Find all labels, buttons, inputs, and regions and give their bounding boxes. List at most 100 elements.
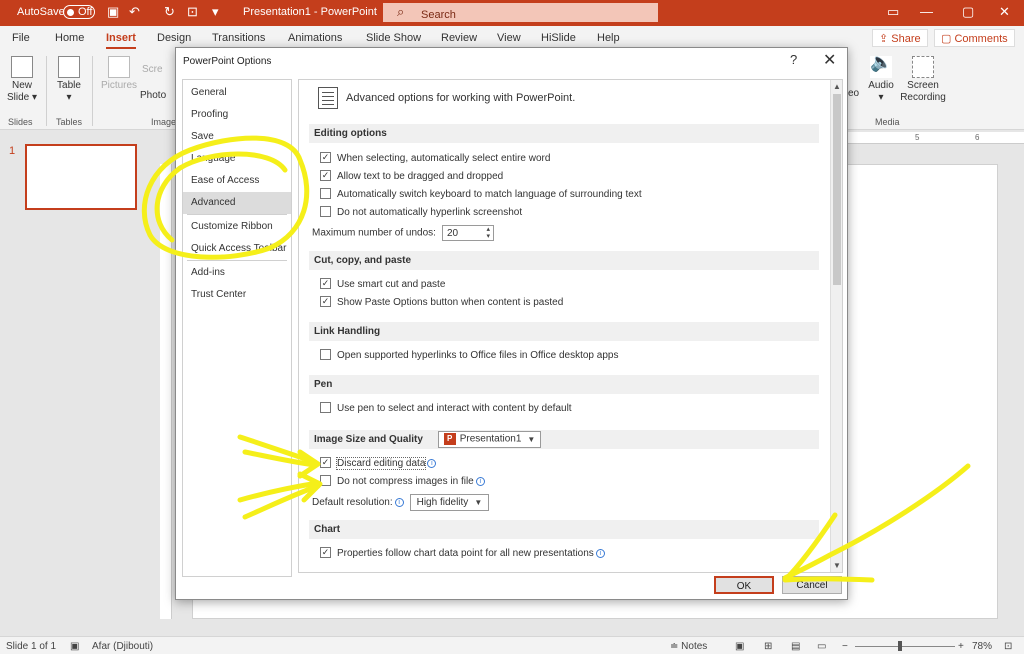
- cancel-button[interactable]: Cancel: [782, 576, 842, 594]
- tab-file[interactable]: File: [12, 32, 30, 44]
- present-icon[interactable]: ⊡: [187, 4, 198, 20]
- screenshot-button[interactable]: Scre: [142, 64, 163, 76]
- nav-language[interactable]: Language: [183, 148, 291, 170]
- notes-button[interactable]: ≐ Notes: [670, 641, 707, 652]
- scrollbar-thumb[interactable]: [833, 94, 841, 285]
- checkbox[interactable]: ✓: [320, 278, 331, 289]
- option-auto-switch-keyboard[interactable]: Automatically switch keyboard to match l…: [320, 188, 642, 203]
- help-icon[interactable]: ?: [790, 52, 797, 67]
- nav-advanced[interactable]: Advanced: [183, 192, 291, 214]
- checkbox[interactable]: ✓: [320, 547, 331, 558]
- slide-thumbnail[interactable]: [25, 144, 137, 210]
- close-window-button[interactable]: ✕: [999, 4, 1010, 20]
- option-select-entire-word[interactable]: ✓ When selecting, automatically select en…: [320, 152, 550, 167]
- audio-button[interactable]: 🔈 Audio ▾: [866, 53, 896, 104]
- table-button[interactable]: Table ▾: [54, 56, 84, 104]
- info-icon[interactable]: i: [475, 477, 485, 486]
- zoom-slider-thumb[interactable]: [898, 641, 902, 651]
- checkbox[interactable]: ✓: [320, 152, 331, 163]
- checkbox[interactable]: [320, 188, 331, 199]
- redo-icon[interactable]: ↻: [164, 4, 175, 20]
- checkbox[interactable]: ✓: [320, 170, 331, 181]
- nav-quick-access-toolbar[interactable]: Quick Access Toolbar: [183, 238, 291, 260]
- title-bar: AutoSave Off ▣ ↶ ↻ ⊡ ▾ Presentation1 - P…: [0, 0, 1024, 26]
- dialog-title: PowerPoint Options: [183, 56, 272, 67]
- maximize-button[interactable]: ▢: [962, 4, 974, 20]
- options-scrollbar[interactable]: ▲ ▼: [830, 80, 842, 572]
- normal-view-icon[interactable]: ▣: [735, 641, 744, 652]
- nav-ease-of-access[interactable]: Ease of Access: [183, 170, 291, 192]
- slide-sorter-icon[interactable]: ⊞: [764, 641, 772, 652]
- ribbon-display-icon[interactable]: ▭: [887, 4, 899, 20]
- nav-general[interactable]: General: [183, 82, 291, 104]
- zoom-in-icon[interactable]: +: [958, 641, 964, 652]
- customize-qat-icon[interactable]: ▾: [212, 4, 219, 20]
- nav-proofing[interactable]: Proofing: [183, 104, 291, 126]
- fit-to-window-icon[interactable]: ⊡: [1004, 641, 1012, 652]
- options-header: Advanced options for working with PowerP…: [346, 92, 576, 104]
- minimize-button[interactable]: —: [920, 4, 933, 19]
- section-link-handling: Link Handling: [309, 322, 819, 341]
- checkbox[interactable]: [320, 475, 331, 486]
- chevron-down-icon: ▼: [474, 498, 483, 507]
- language-indicator[interactable]: Afar (Djibouti): [92, 641, 153, 652]
- scroll-up-icon[interactable]: ▲: [833, 82, 841, 91]
- ok-button[interactable]: OK: [714, 576, 774, 594]
- photo-album-button[interactable]: Photo: [140, 90, 166, 102]
- tab-hislide[interactable]: HiSlide: [541, 32, 576, 44]
- zoom-out-icon[interactable]: −: [842, 641, 848, 652]
- save-icon[interactable]: ▣: [107, 4, 119, 20]
- reading-view-icon[interactable]: ▤: [791, 641, 800, 652]
- tab-transitions[interactable]: Transitions: [212, 32, 265, 44]
- pictures-button[interactable]: Pictures: [100, 56, 138, 92]
- nav-save[interactable]: Save: [183, 126, 291, 148]
- video-button[interactable]: eo: [848, 88, 859, 100]
- info-icon[interactable]: i: [595, 549, 605, 558]
- resolution-dropdown[interactable]: High fidelity ▼: [409, 494, 490, 511]
- tab-review[interactable]: Review: [441, 32, 477, 44]
- zoom-level[interactable]: 78%: [972, 641, 992, 652]
- tab-slide-show[interactable]: Slide Show: [366, 32, 421, 44]
- option-use-pen[interactable]: Use pen to select and interact with cont…: [320, 402, 572, 417]
- comments-button[interactable]: ▢ Comments: [934, 29, 1015, 47]
- checkbox[interactable]: [320, 402, 331, 413]
- nav-customize-ribbon[interactable]: Customize Ribbon: [183, 216, 291, 238]
- checkbox[interactable]: [320, 206, 331, 217]
- spelling-icon[interactable]: ▣: [70, 641, 79, 652]
- option-paste-options-button[interactable]: ✓ Show Paste Options button when content …: [320, 296, 563, 311]
- nav-trust-center[interactable]: Trust Center: [183, 284, 291, 306]
- zoom-slider[interactable]: [855, 646, 955, 647]
- undo-icon[interactable]: ↶: [129, 4, 140, 20]
- option-do-not-compress[interactable]: Do not compress images in file i: [320, 475, 485, 490]
- option-open-hyperlinks-desktop[interactable]: Open supported hyperlinks to Office file…: [320, 349, 618, 364]
- autosave-toggle[interactable]: Off: [63, 5, 95, 19]
- scroll-down-icon[interactable]: ▼: [833, 561, 841, 570]
- option-chart-properties-follow[interactable]: ✓ Properties follow chart data point for …: [320, 547, 605, 562]
- search-icon: ⌕: [397, 4, 405, 19]
- slideshow-view-icon[interactable]: ▭: [817, 641, 826, 652]
- tab-help[interactable]: Help: [597, 32, 620, 44]
- option-no-hyperlink-screenshot[interactable]: Do not automatically hyperlink screensho…: [320, 206, 522, 221]
- checkbox[interactable]: [320, 349, 331, 360]
- share-button[interactable]: ⇪ Share: [872, 29, 928, 47]
- info-icon[interactable]: i: [394, 498, 404, 507]
- tab-design[interactable]: Design: [157, 32, 191, 44]
- tab-insert[interactable]: Insert: [106, 32, 136, 49]
- checkbox[interactable]: ✓: [320, 457, 331, 468]
- tab-home[interactable]: Home: [55, 32, 84, 44]
- image-file-dropdown[interactable]: P Presentation1 ▼: [437, 431, 542, 448]
- info-icon[interactable]: i: [427, 459, 437, 468]
- slide-number: 1: [9, 145, 16, 157]
- tab-view[interactable]: View: [497, 32, 521, 44]
- undos-spinner[interactable]: 20 ▴ ▾: [441, 225, 494, 241]
- screen-recording-button[interactable]: Screen Recording: [900, 56, 946, 104]
- option-smart-cut-paste[interactable]: ✓ Use smart cut and paste: [320, 278, 445, 293]
- search-box[interactable]: ⌕ Search: [383, 3, 658, 22]
- tab-animations[interactable]: Animations: [288, 32, 342, 44]
- option-discard-editing-data[interactable]: ✓ Discard editing data i: [320, 457, 437, 472]
- checkbox[interactable]: ✓: [320, 296, 331, 307]
- option-drag-drop[interactable]: ✓ Allow text to be dragged and dropped: [320, 170, 503, 185]
- new-slide-button[interactable]: New Slide ▾: [6, 56, 38, 104]
- close-icon[interactable]: ✕: [823, 50, 836, 70]
- nav-add-ins[interactable]: Add-ins: [183, 262, 291, 284]
